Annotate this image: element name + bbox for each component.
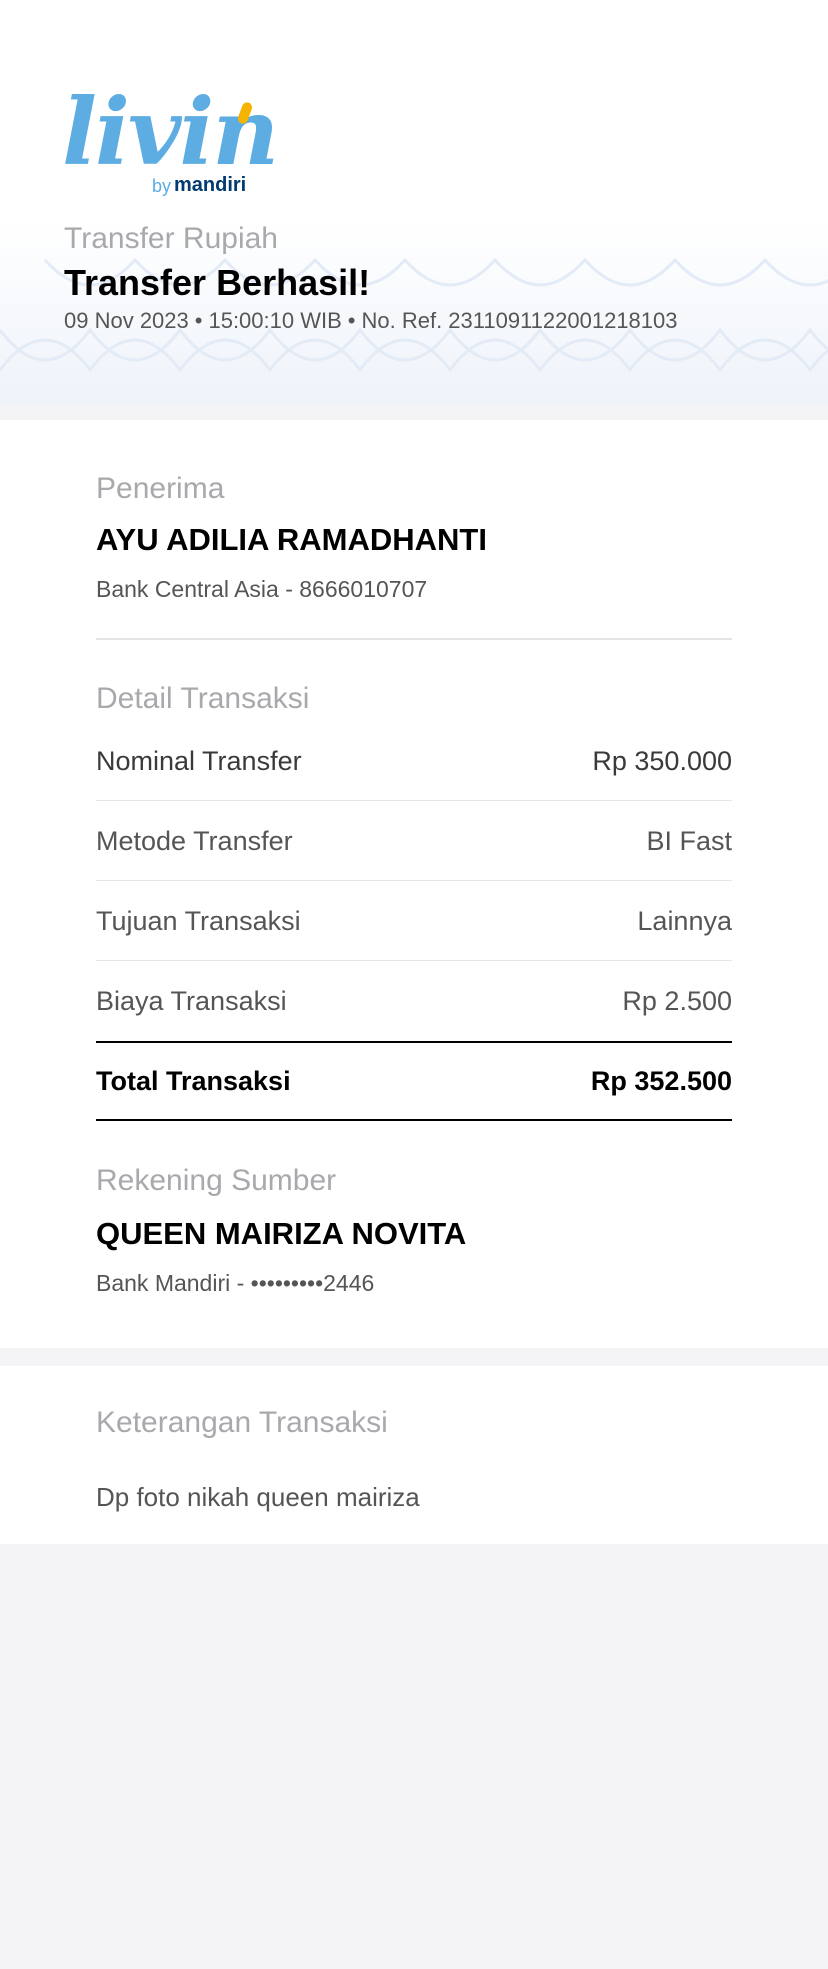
livin-logo: livin by mandiri	[62, 84, 279, 204]
logo-mandiri: mandiri	[174, 174, 247, 196]
meta-separator: •	[347, 308, 356, 333]
detail-key: Metode Transfer	[96, 826, 293, 856]
detail-row-total: Total Transaksi Rp 352.500	[96, 1066, 732, 1106]
transaction-date: 09 Nov 2023	[64, 308, 189, 333]
source-name: QUEEN MAIRIZA NOVITA	[96, 1216, 467, 1251]
note-text: Dp foto nikah queen mairiza	[96, 1482, 420, 1512]
note-label: Keterangan Transaksi	[96, 1406, 388, 1439]
reference-number: No. Ref. 2311091122001218103	[361, 308, 678, 333]
row-divider	[96, 800, 732, 801]
section-divider	[96, 638, 732, 640]
transaction-card: Penerima AYU ADILIA RAMADHANTI Bank Cent…	[0, 420, 828, 1348]
meta-separator: •	[194, 308, 203, 333]
total-divider-top	[96, 1041, 732, 1043]
detail-value: Rp 350.000	[592, 746, 732, 776]
total-divider-bottom	[96, 1119, 732, 1121]
recipient-account: Bank Central Asia - 8666010707	[96, 576, 428, 602]
detail-value: Lainnya	[637, 906, 732, 936]
recipient-name: AYU ADILIA RAMADHANTI	[96, 522, 487, 557]
total-key: Total Transaksi	[96, 1066, 291, 1096]
transfer-type: Transfer Rupiah	[64, 222, 278, 255]
status-title: Transfer Berhasil!	[64, 262, 371, 303]
detail-key: Nominal Transfer	[96, 746, 302, 776]
transaction-meta: 09 Nov 2023 • 15:00:10 WIB • No. Ref. 231109…	[64, 308, 678, 334]
detail-key: Tujuan Transaksi	[96, 906, 301, 936]
total-value: Rp 352.500	[590, 1066, 732, 1096]
details-label: Detail Transaksi	[96, 682, 310, 715]
detail-row-method: Metode Transfer BI Fast	[96, 826, 732, 866]
logo-word: livin	[62, 78, 279, 186]
logo-by: by	[152, 176, 172, 196]
detail-key: Biaya Transaksi	[96, 986, 287, 1016]
detail-row-nominal: Nominal Transfer Rp 350.000	[96, 746, 732, 786]
row-divider	[96, 880, 732, 881]
transaction-time: 15:00:10 WIB	[208, 308, 342, 333]
detail-value: BI Fast	[646, 826, 732, 856]
source-account: Bank Mandiri - •••••••••2446	[96, 1270, 375, 1296]
detail-value: Rp 2.500	[622, 986, 732, 1016]
source-label: Rekening Sumber	[96, 1164, 337, 1197]
recipient-label: Penerima	[96, 472, 225, 505]
note-card: Keterangan Transaksi Dp foto nikah queen…	[0, 1366, 828, 1544]
detail-row-purpose: Tujuan Transaksi Lainnya	[96, 906, 732, 946]
receipt-header: livin by mandiri Transfer Rupiah Transfe…	[0, 0, 828, 404]
row-divider	[96, 960, 732, 961]
detail-row-fee: Biaya Transaksi Rp 2.500	[96, 986, 732, 1026]
